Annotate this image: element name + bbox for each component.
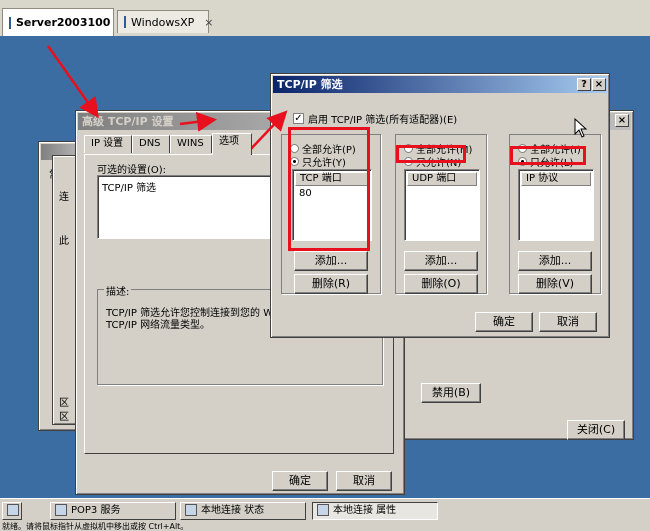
vm-tab-windowsxp[interactable]: WindowsXP × (117, 10, 214, 33)
taskbar-item-connection-properties[interactable]: 本地连接 属性 (312, 502, 438, 520)
cancel-button[interactable]: 取消 (539, 312, 597, 332)
udp-remove-button[interactable]: 删除(O) (404, 274, 478, 294)
help-icon[interactable]: ? (577, 78, 591, 91)
ip-remove-button[interactable]: 删除(V) (518, 274, 592, 294)
taskbar-item-label: 本地连接 状态 (201, 505, 265, 516)
description-text: TCP/IP 网络流量类型。 (106, 320, 211, 331)
cancel-button[interactable]: 取消 (336, 471, 392, 491)
annotation-box-tcp (288, 127, 370, 251)
ip-add-button[interactable]: 添加... (518, 251, 592, 271)
network-icon (317, 504, 329, 516)
vm-tab-label: WindowsXP (131, 15, 195, 29)
filter-dialog-title: TCP/IP 筛选 (273, 76, 607, 93)
start-icon[interactable] (2, 502, 22, 520)
close-icon[interactable]: × (592, 78, 606, 91)
app-icon (55, 504, 67, 516)
bg-label: 区 (59, 412, 69, 423)
vm-status-bar: 就绪。请将鼠标指针从虚拟机中移出或按 Ctrl+Alt。 (0, 522, 650, 531)
tab-ip-settings[interactable]: IP 设置 (84, 135, 132, 153)
tab-dns[interactable]: DNS (132, 135, 170, 153)
network-icon (185, 504, 197, 516)
udp-port-list[interactable]: UDP 端口 (404, 169, 480, 241)
vm-tab-strip: Server2003100 × WindowsXP × (0, 0, 650, 37)
vm-icon (9, 16, 11, 29)
taskbar-item-label: 本地连接 属性 (333, 505, 397, 516)
ok-button[interactable]: 确定 (272, 471, 328, 491)
bg-label: 区 (59, 398, 69, 409)
ok-button[interactable]: 确定 (475, 312, 533, 332)
close-icon[interactable]: × (615, 114, 629, 127)
enable-filter-checkbox[interactable]: ✓ 启用 TCP/IP 筛选(所有适配器)(E) (293, 111, 457, 126)
udp-port-header[interactable]: UDP 端口 (407, 172, 477, 186)
taskbar: POP3 服务 本地连接 状态 本地连接 属性 (0, 498, 650, 523)
annotation-box-udp (396, 145, 466, 163)
taskbar-item-label: POP3 服务 (71, 505, 121, 516)
ip-protocol-list[interactable]: IP 协议 (518, 169, 594, 241)
taskbar-item-connection-status[interactable]: 本地连接 状态 (180, 502, 306, 520)
taskbar-item-pop3[interactable]: POP3 服务 (50, 502, 176, 520)
vm-tab-label: Server2003100 (16, 16, 111, 29)
udp-add-button[interactable]: 添加... (404, 251, 478, 271)
tab-options[interactable]: 选项 (212, 133, 252, 155)
start-icon-glyph (7, 504, 19, 516)
description-label: 描述: (104, 283, 132, 298)
vm-tab-server2003[interactable]: Server2003100 × (2, 8, 130, 36)
tab-wins[interactable]: WINS (170, 135, 212, 153)
enable-filter-label: 启用 TCP/IP 筛选(所有适配器)(E) (308, 115, 458, 126)
check-icon: ✓ (293, 113, 304, 124)
tcp-remove-button[interactable]: 删除(R) (294, 274, 368, 294)
tcp-add-button[interactable]: 添加... (294, 251, 368, 271)
optional-settings-label: 可选的设置(O): (97, 165, 167, 176)
annotation-box-ip (510, 146, 586, 165)
close-button[interactable]: 关闭(C) (567, 420, 625, 440)
bg-label: 此 (59, 236, 69, 247)
close-icon[interactable]: × (204, 16, 213, 29)
ip-protocol-header[interactable]: IP 协议 (521, 172, 591, 186)
list-item[interactable]: TCP/IP 筛选 (102, 179, 156, 194)
bg-label: 连 (59, 192, 69, 203)
optional-settings-list[interactable]: TCP/IP 筛选 (97, 175, 297, 239)
disable-button[interactable]: 禁用(B) (421, 383, 481, 403)
vm-icon (124, 16, 126, 28)
